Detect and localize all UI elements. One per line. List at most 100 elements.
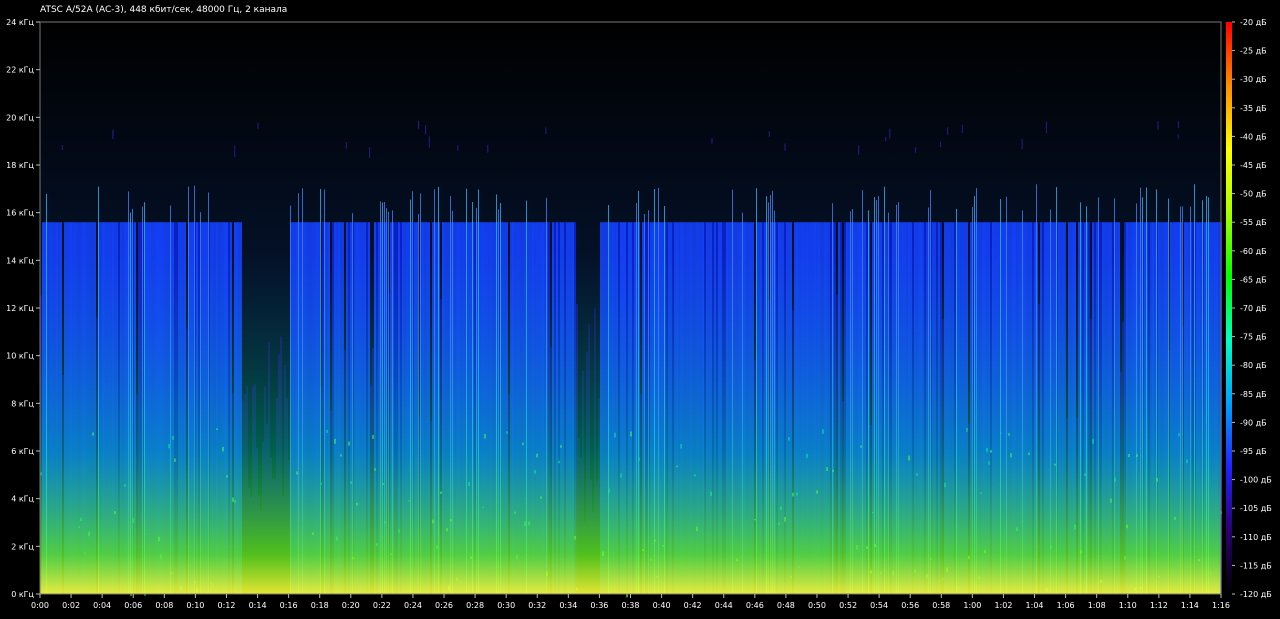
colorbar-tick-label: -85 дБ bbox=[1240, 390, 1267, 399]
x-tick-label: 0:16 bbox=[280, 601, 298, 610]
y-tick-label: 10 кГц bbox=[6, 352, 34, 361]
high-frequency-speck bbox=[369, 147, 371, 158]
high-frequency-speck bbox=[428, 136, 430, 148]
x-tick-label: 0:44 bbox=[715, 601, 733, 610]
x-tick-label: 1:12 bbox=[1150, 601, 1168, 610]
x-tick-label: 0:14 bbox=[249, 601, 267, 610]
colorbar-tick-label: -30 дБ bbox=[1240, 75, 1267, 84]
x-tick-label: 1:08 bbox=[1088, 601, 1106, 610]
high-frequency-speck bbox=[234, 145, 236, 157]
x-tick-label: 0:54 bbox=[870, 601, 888, 610]
x-tick-label: 0:04 bbox=[93, 601, 111, 610]
y-tick-label: 22 кГц bbox=[6, 66, 34, 75]
y-tick-label: 8 кГц bbox=[11, 399, 34, 408]
colorbar-tick-label: -65 дБ bbox=[1240, 275, 1267, 284]
x-tick-label: 0:40 bbox=[653, 601, 671, 610]
x-tick-label: 0:12 bbox=[217, 601, 235, 610]
x-tick-label: 0:48 bbox=[777, 601, 795, 610]
x-tick-label: 0:02 bbox=[62, 601, 80, 610]
x-tick-label: 0:26 bbox=[435, 601, 453, 610]
x-tick-label: 0:42 bbox=[684, 601, 702, 610]
colorbar-tick-label: -90 дБ bbox=[1240, 418, 1267, 427]
high-frequency-speck bbox=[947, 127, 949, 135]
colorbar-tick-label: -55 дБ bbox=[1240, 218, 1267, 227]
high-frequency-speck bbox=[112, 131, 114, 136]
y-tick-label: 12 кГц bbox=[6, 304, 34, 313]
y-tick-label: 20 кГц bbox=[6, 113, 34, 122]
high-frequency-speck bbox=[961, 124, 963, 133]
x-tick-label: 0:24 bbox=[404, 601, 422, 610]
high-frequency-speck bbox=[425, 125, 427, 135]
colorbar-tick-label: -110 дБ bbox=[1240, 533, 1272, 542]
x-tick-label: 1:14 bbox=[1181, 601, 1199, 610]
high-frequency-speck bbox=[257, 122, 259, 129]
high-frequency-speck bbox=[711, 137, 713, 144]
colorbar-tick-label: -40 дБ bbox=[1240, 132, 1267, 141]
x-tick-label: 1:10 bbox=[1119, 601, 1137, 610]
x-tick-label: 0:38 bbox=[622, 601, 640, 610]
x-tick-label: 0:00 bbox=[31, 601, 49, 610]
colorbar-gradient bbox=[1226, 22, 1232, 594]
colorbar-tick-label: -70 дБ bbox=[1240, 304, 1267, 313]
x-tick-label: 1:16 bbox=[1212, 601, 1230, 610]
high-frequency-speck bbox=[487, 144, 489, 153]
x-tick-label: 0:32 bbox=[528, 601, 546, 610]
colorbar-tick-label: -115 дБ bbox=[1240, 561, 1272, 570]
x-tick-label: 0:30 bbox=[497, 601, 515, 610]
x-tick-label: 1:00 bbox=[963, 601, 981, 610]
high-frequency-speck bbox=[61, 145, 63, 150]
colorbar-tick-label: -60 дБ bbox=[1240, 247, 1267, 256]
colorbar-tick-label: -50 дБ bbox=[1240, 190, 1267, 199]
high-frequency-speck bbox=[858, 145, 860, 155]
x-tick-label: 0:56 bbox=[901, 601, 919, 610]
high-frequency-speck bbox=[345, 142, 347, 149]
x-tick-label: 0:52 bbox=[839, 601, 857, 610]
high-frequency-speck bbox=[784, 143, 786, 151]
x-tick-label: 0:36 bbox=[590, 601, 608, 610]
colorbar-tick-label: -80 дБ bbox=[1240, 361, 1267, 370]
x-tick-label: 0:50 bbox=[808, 601, 826, 610]
colorbar-tick-label: -25 дБ bbox=[1240, 47, 1267, 56]
colorbar-tick-label: -105 дБ bbox=[1240, 504, 1272, 513]
high-frequency-speck bbox=[939, 141, 941, 148]
colorbar-tick-label: -75 дБ bbox=[1240, 333, 1267, 342]
y-tick-label: 18 кГц bbox=[6, 161, 34, 170]
x-tick-label: 1:06 bbox=[1057, 601, 1075, 610]
spectrogram-chart: 0 кГц 2 кГц 4 кГц 6 кГц 8 кГц 10 кГц 12 кГц 14 … bbox=[6, 18, 1272, 610]
colorbar-tick-label: -20 дБ bbox=[1240, 18, 1267, 27]
colorbar-tick-label: -120 дБ bbox=[1240, 590, 1272, 599]
high-frequency-speck bbox=[418, 120, 419, 129]
colorbar-tick-label: -35 дБ bbox=[1240, 104, 1267, 113]
high-frequency-speck bbox=[885, 137, 887, 142]
high-frequency-speck bbox=[457, 145, 459, 151]
y-tick-label: 2 кГц bbox=[11, 542, 34, 551]
colorbar-tick-label: -45 дБ bbox=[1240, 161, 1267, 170]
x-tick-label: 0:34 bbox=[559, 601, 577, 610]
high-frequency-speck bbox=[1157, 120, 1159, 130]
spectrogram-plot-area bbox=[40, 22, 1222, 598]
x-tick-label: 1:02 bbox=[994, 601, 1012, 610]
x-tick-label: 0:18 bbox=[311, 601, 329, 610]
y-tick-label: 14 кГц bbox=[6, 256, 34, 265]
y-tick-label: 16 кГц bbox=[6, 209, 34, 218]
colorbar-tick-label: -100 дБ bbox=[1240, 476, 1272, 485]
x-tick-label: 0:10 bbox=[186, 601, 204, 610]
high-frequency-speck bbox=[889, 128, 891, 139]
high-frequency-speck bbox=[768, 131, 770, 137]
colorbar: -20 дБ -25 дБ -30 дБ -35 дБ -40 дБ -45 дБ -50 … bbox=[1226, 18, 1272, 599]
high-frequency-speck bbox=[1021, 138, 1023, 150]
x-tick-label: 0:58 bbox=[932, 601, 950, 610]
high-frequency-speck bbox=[1177, 134, 1179, 139]
y-tick-label: 6 кГц bbox=[11, 447, 34, 456]
x-tick-label: 0:06 bbox=[124, 601, 142, 610]
x-tick-label: 1:04 bbox=[1026, 601, 1044, 610]
high-frequency-speck bbox=[915, 147, 916, 153]
y-tick-label: 24 кГц bbox=[6, 18, 34, 27]
y-tick-label: 4 кГц bbox=[11, 495, 34, 504]
x-tick-label: 0:08 bbox=[155, 601, 173, 610]
y-tick-label: 0 кГц bbox=[11, 590, 34, 599]
high-frequency-speck bbox=[1045, 121, 1047, 134]
colorbar-tick-label: -95 дБ bbox=[1240, 447, 1267, 456]
high-frequency-speck bbox=[1177, 121, 1179, 128]
x-tick-label: 0:46 bbox=[746, 601, 764, 610]
